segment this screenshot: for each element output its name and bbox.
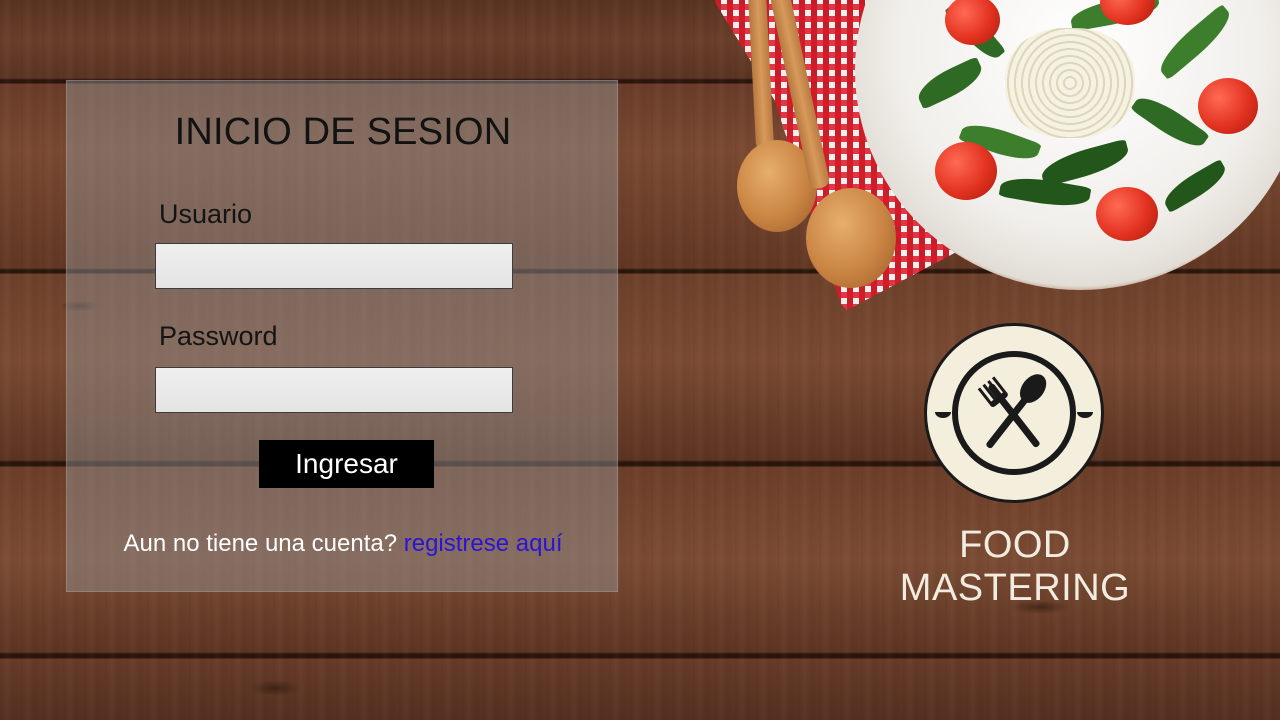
password-input[interactable] (155, 367, 513, 413)
wooden-spoon (806, 188, 896, 288)
fork-spoon-crossed-icon (935, 351, 1093, 475)
mozzarella (1005, 28, 1135, 138)
username-label: Usuario (159, 199, 253, 229)
login-submit-button[interactable]: Ingresar (259, 440, 434, 488)
password-label: Password (159, 321, 278, 351)
signup-prompt: Aun no tiene una cuenta? registrese aquí (67, 530, 619, 558)
signup-link[interactable]: registrese aquí (404, 530, 563, 557)
login-title: INICIO DE SESION (174, 111, 512, 153)
login-panel: INICIO DE SESION Usuario Password Ingres… (66, 80, 618, 592)
wood-knot (250, 680, 300, 696)
signup-prompt-text: Aun no tiene una cuenta? (123, 530, 398, 557)
cherry-tomato (1096, 187, 1158, 241)
cherry-tomato (935, 142, 997, 200)
cherry-tomato (1198, 78, 1258, 134)
brand-name: FOOD MASTERING (899, 524, 1131, 609)
username-input[interactable] (155, 243, 513, 289)
brand-logo (924, 323, 1104, 503)
